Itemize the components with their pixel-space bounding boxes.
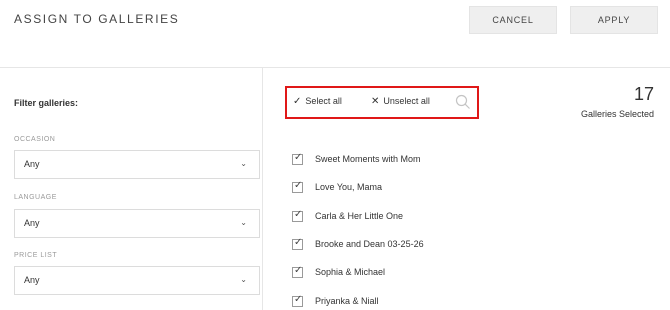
gallery-name: Love You, Mama — [315, 182, 383, 192]
unselect-all-label: Unselect all — [383, 96, 430, 106]
checkbox[interactable] — [292, 294, 303, 307]
language-value: Any — [24, 218, 40, 228]
checkbox[interactable] — [292, 180, 303, 193]
dropdown-caret-icon: ⌄ — [240, 275, 247, 284]
gallery-name: Sophia & Michael — [315, 267, 386, 277]
close-icon: ✕ — [371, 96, 380, 107]
gallery-item[interactable]: Sophia & Michael — [292, 265, 385, 279]
dialog-header: ASSIGN TO GALLERIES CANCEL APPLY — [0, 0, 670, 68]
gallery-item[interactable]: Priyanka & Niall — [292, 294, 379, 308]
gallery-name: Carla & Her Little One — [315, 211, 404, 221]
search-icon[interactable] — [455, 94, 471, 110]
gallery-item[interactable]: Brooke and Dean 03-25-26 — [292, 237, 424, 251]
occasion-label: OCCASION — [14, 136, 56, 143]
select-all-button[interactable]: ✓ Select all — [293, 96, 342, 107]
gallery-name: Priyanka & Niall — [315, 296, 379, 306]
price-list-select[interactable]: Any ⌄ — [14, 266, 260, 295]
unselect-all-button[interactable]: ✕ Unselect all — [371, 96, 430, 107]
checkmark-icon: ✓ — [293, 96, 302, 107]
checkbox[interactable] — [292, 152, 303, 165]
occasion-value: Any — [24, 159, 40, 169]
checkbox[interactable] — [292, 209, 303, 222]
filter-title: Filter galleries: — [14, 98, 79, 108]
gallery-item[interactable]: Carla & Her Little One — [292, 209, 403, 223]
cancel-button[interactable]: CANCEL — [469, 6, 557, 34]
dialog-title: ASSIGN TO GALLERIES — [14, 12, 180, 26]
selection-toolbar: ✓ Select all ✕ Unselect all — [285, 86, 479, 119]
filter-sidebar: Filter galleries: OCCASION Any ⌄ LANGUAG… — [0, 68, 263, 310]
gallery-name: Brooke and Dean 03-25-26 — [315, 239, 424, 249]
gallery-name: Sweet Moments with Mom — [315, 154, 421, 164]
checkbox[interactable] — [292, 237, 303, 250]
gallery-item[interactable]: Sweet Moments with Mom — [292, 152, 421, 166]
occasion-select[interactable]: Any ⌄ — [14, 150, 260, 179]
gallery-item[interactable]: Love You, Mama — [292, 180, 382, 194]
checkbox[interactable] — [292, 265, 303, 278]
price-list-label: PRICE LIST — [14, 252, 58, 259]
dropdown-caret-icon: ⌄ — [240, 159, 247, 168]
language-label: LANGUAGE — [14, 194, 57, 201]
select-all-label: Select all — [305, 96, 342, 106]
language-select[interactable]: Any ⌄ — [14, 209, 260, 238]
dropdown-caret-icon: ⌄ — [240, 218, 247, 227]
apply-button[interactable]: APPLY — [570, 6, 658, 34]
selected-count-label: Galleries Selected — [580, 109, 654, 119]
selected-count: 17 — [633, 84, 654, 104]
price-list-value: Any — [24, 275, 40, 285]
